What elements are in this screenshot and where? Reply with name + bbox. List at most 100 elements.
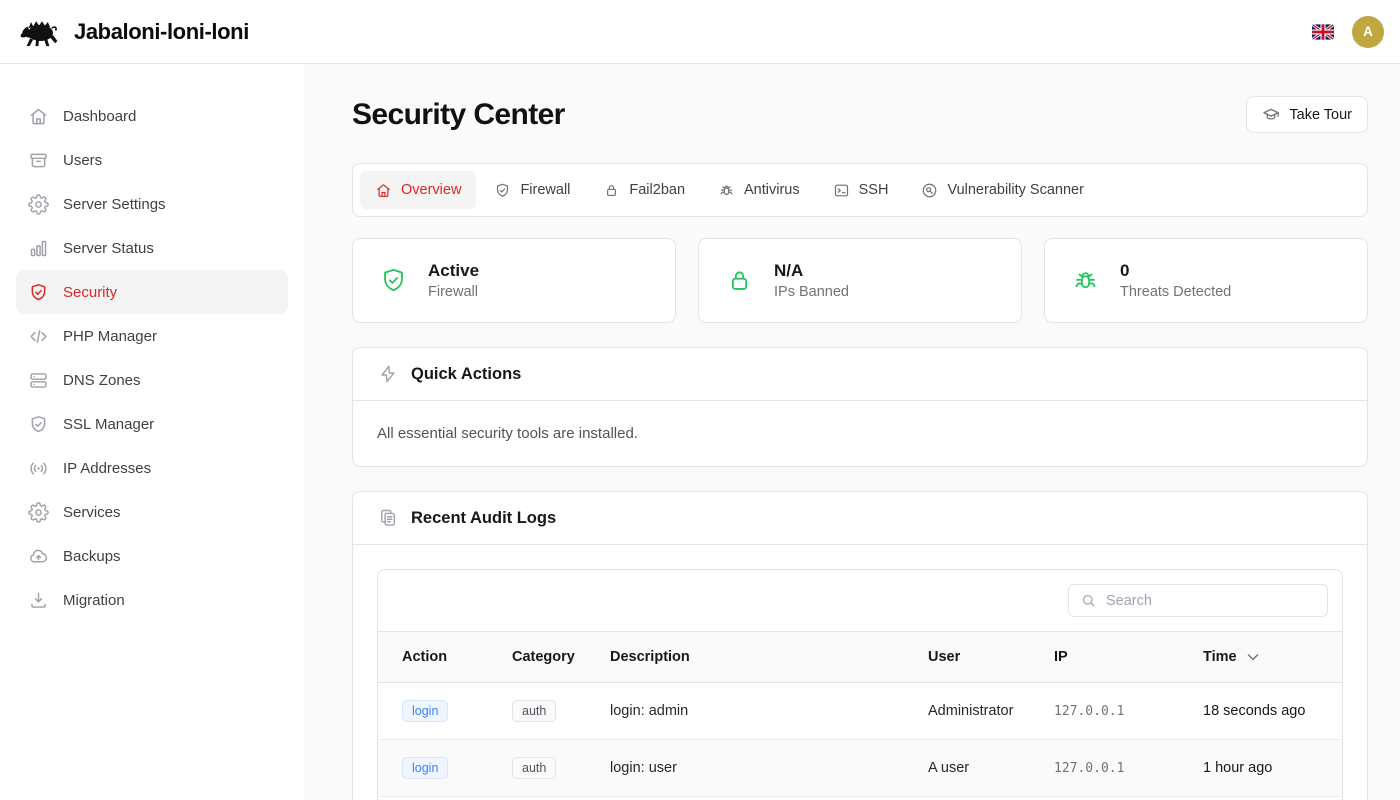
user-cell: Administrator bbox=[928, 683, 1054, 740]
tab-ssh[interactable]: SSH bbox=[818, 171, 904, 209]
sidebar-item-services[interactable]: Services bbox=[16, 490, 288, 534]
security-tabs: OverviewFirewallFail2ban Antivirus SSH Vuln… bbox=[352, 163, 1368, 217]
tab-antivirus[interactable]: Antivirus bbox=[703, 171, 815, 209]
header-actions: A bbox=[1312, 16, 1384, 48]
column-header-category[interactable]: Category bbox=[512, 632, 610, 683]
sidebar-nav: Dashboard Users Server Settings Server Stat… bbox=[0, 94, 304, 622]
search-icon bbox=[1080, 592, 1097, 609]
bar-chart-icon bbox=[28, 238, 49, 259]
home-icon bbox=[28, 106, 49, 127]
lock-icon bbox=[603, 182, 620, 199]
stat-card-threats-detected: 0 Threats Detected bbox=[1044, 238, 1368, 323]
terminal-icon bbox=[833, 182, 850, 199]
sidebar-item-label: Backups bbox=[63, 548, 121, 565]
audit-logs-header: Recent Audit Logs bbox=[353, 492, 1367, 545]
code-icon bbox=[28, 326, 49, 347]
sidebar-item-security[interactable]: Security bbox=[16, 270, 288, 314]
stat-value: Active bbox=[428, 261, 479, 281]
tab-label: Vulnerability Scanner bbox=[947, 182, 1083, 198]
tab-overview[interactable]: Overview bbox=[360, 171, 476, 209]
bug-icon bbox=[1071, 266, 1100, 295]
stat-value: 0 bbox=[1120, 261, 1231, 281]
body-row: Dashboard Users Server Settings Server Stat… bbox=[0, 64, 1400, 800]
ip-cell: 127.0.0.1 bbox=[1054, 683, 1203, 740]
quick-actions-card: Quick Actions All essential security too… bbox=[352, 347, 1368, 467]
quick-actions-body: All essential security tools are install… bbox=[353, 401, 1367, 466]
bug-icon bbox=[718, 182, 735, 199]
sidebar-item-migration[interactable]: Migration bbox=[16, 578, 288, 622]
stat-label: Threats Detected bbox=[1120, 284, 1231, 300]
user-cell: A user bbox=[928, 740, 1054, 797]
tab-label: Antivirus bbox=[744, 182, 800, 198]
app-title: Jabaloni-loni-loni bbox=[74, 19, 249, 45]
user-avatar[interactable]: A bbox=[1352, 16, 1384, 48]
action-badge: login bbox=[402, 700, 448, 723]
sidebar-item-dashboard[interactable]: Dashboard bbox=[16, 94, 288, 138]
home-icon bbox=[375, 182, 392, 199]
sidebar-item-label: Server Status bbox=[63, 240, 154, 257]
tab-firewall[interactable]: Firewall bbox=[479, 171, 585, 209]
sidebar-item-php-manager[interactable]: PHP Manager bbox=[16, 314, 288, 358]
stats-row: ActiveFirewallN/AIPs Banned0Threats Dete… bbox=[352, 238, 1368, 323]
take-tour-button[interactable]: Take Tour bbox=[1246, 96, 1368, 133]
scan-search-icon bbox=[921, 182, 938, 199]
sidebar-item-dns-zones[interactable]: DNS Zones bbox=[16, 358, 288, 402]
table-row[interactable]: loginauthlogin: adminAdministrator127.0.… bbox=[378, 683, 1342, 740]
page-title: Security Center bbox=[352, 98, 565, 132]
download-icon bbox=[28, 590, 49, 611]
search-box[interactable] bbox=[1068, 584, 1328, 617]
sidebar-item-label: SSL Manager bbox=[63, 416, 154, 433]
app-header: Jabaloni-loni-loni A bbox=[0, 0, 1400, 64]
sidebar-item-label: Server Settings bbox=[63, 196, 166, 213]
page-head: Security Center Take Tour bbox=[352, 96, 1368, 133]
sidebar-item-backups[interactable]: Backups bbox=[16, 534, 288, 578]
app-root: Jabaloni-loni-loni A DashboardU bbox=[0, 0, 1400, 800]
column-header-action[interactable]: Action bbox=[378, 632, 512, 683]
sidebar-item-label: Users bbox=[63, 152, 102, 169]
brand[interactable]: Jabaloni-loni-loni bbox=[20, 15, 249, 48]
sidebar-item-server-status[interactable]: Server Status bbox=[16, 226, 288, 270]
column-header-ip[interactable]: IP bbox=[1054, 632, 1203, 683]
boar-logo-icon bbox=[20, 15, 64, 48]
audit-logs-table-container: ActionCategoryDescriptionUserIPTime logi… bbox=[377, 569, 1343, 800]
archive-box-icon bbox=[28, 150, 49, 171]
sidebar-item-ip-addresses[interactable]: IP Addresses bbox=[16, 446, 288, 490]
table-head: ActionCategoryDescriptionUserIPTime bbox=[378, 632, 1342, 683]
quick-actions-message: All essential security tools are install… bbox=[377, 425, 1343, 442]
sidebar-item-label: DNS Zones bbox=[63, 372, 141, 389]
sidebar-item-server-settings[interactable]: Server Settings bbox=[16, 182, 288, 226]
column-header-description[interactable]: Description bbox=[610, 632, 928, 683]
sidebar-item-ssl-manager[interactable]: SSL Manager bbox=[16, 402, 288, 446]
time-cell: 18 seconds ago bbox=[1203, 683, 1342, 740]
quick-actions-title: Quick Actions bbox=[411, 365, 521, 384]
description-cell: login: admin bbox=[610, 683, 928, 740]
language-flag-button[interactable] bbox=[1312, 24, 1334, 40]
sidebar-item-label: PHP Manager bbox=[63, 328, 157, 345]
sidebar-item-label: IP Addresses bbox=[63, 460, 151, 477]
column-header-time[interactable]: Time bbox=[1203, 632, 1342, 683]
category-badge: auth bbox=[512, 757, 556, 780]
column-header-user[interactable]: User bbox=[928, 632, 1054, 683]
tab-vulnerability-scanner[interactable]: Vulnerability Scanner bbox=[906, 171, 1098, 209]
take-tour-label: Take Tour bbox=[1289, 107, 1352, 123]
audit-logs-title: Recent Audit Logs bbox=[411, 509, 556, 528]
search-input[interactable] bbox=[1106, 593, 1316, 609]
gear-icon bbox=[28, 502, 49, 523]
server-stack-icon bbox=[28, 370, 49, 391]
shield-check-icon bbox=[494, 182, 511, 199]
stat-label: Firewall bbox=[428, 284, 479, 300]
sidebar-item-label: Security bbox=[63, 284, 117, 301]
shield-check-icon bbox=[28, 282, 49, 303]
sidebar-item-users[interactable]: Users bbox=[16, 138, 288, 182]
shield-check-icon bbox=[379, 266, 408, 295]
graduation-cap-icon bbox=[1262, 106, 1280, 124]
table-row[interactable]: loginauthlogin: userA user127.0.0.11 hou… bbox=[378, 740, 1342, 797]
sidebar-item-label: Dashboard bbox=[63, 108, 136, 125]
audit-logs-body: ActionCategoryDescriptionUserIPTime logi… bbox=[353, 545, 1367, 800]
sidebar-item-label: Services bbox=[63, 504, 121, 521]
stat-card-firewall: Active Firewall bbox=[352, 238, 676, 323]
sidebar: Dashboard Users Server Settings Server Stat… bbox=[0, 64, 304, 800]
tab-fail2ban[interactable]: Fail2ban bbox=[588, 171, 700, 209]
stat-label: IPs Banned bbox=[774, 284, 849, 300]
uk-flag-icon bbox=[1312, 24, 1334, 40]
